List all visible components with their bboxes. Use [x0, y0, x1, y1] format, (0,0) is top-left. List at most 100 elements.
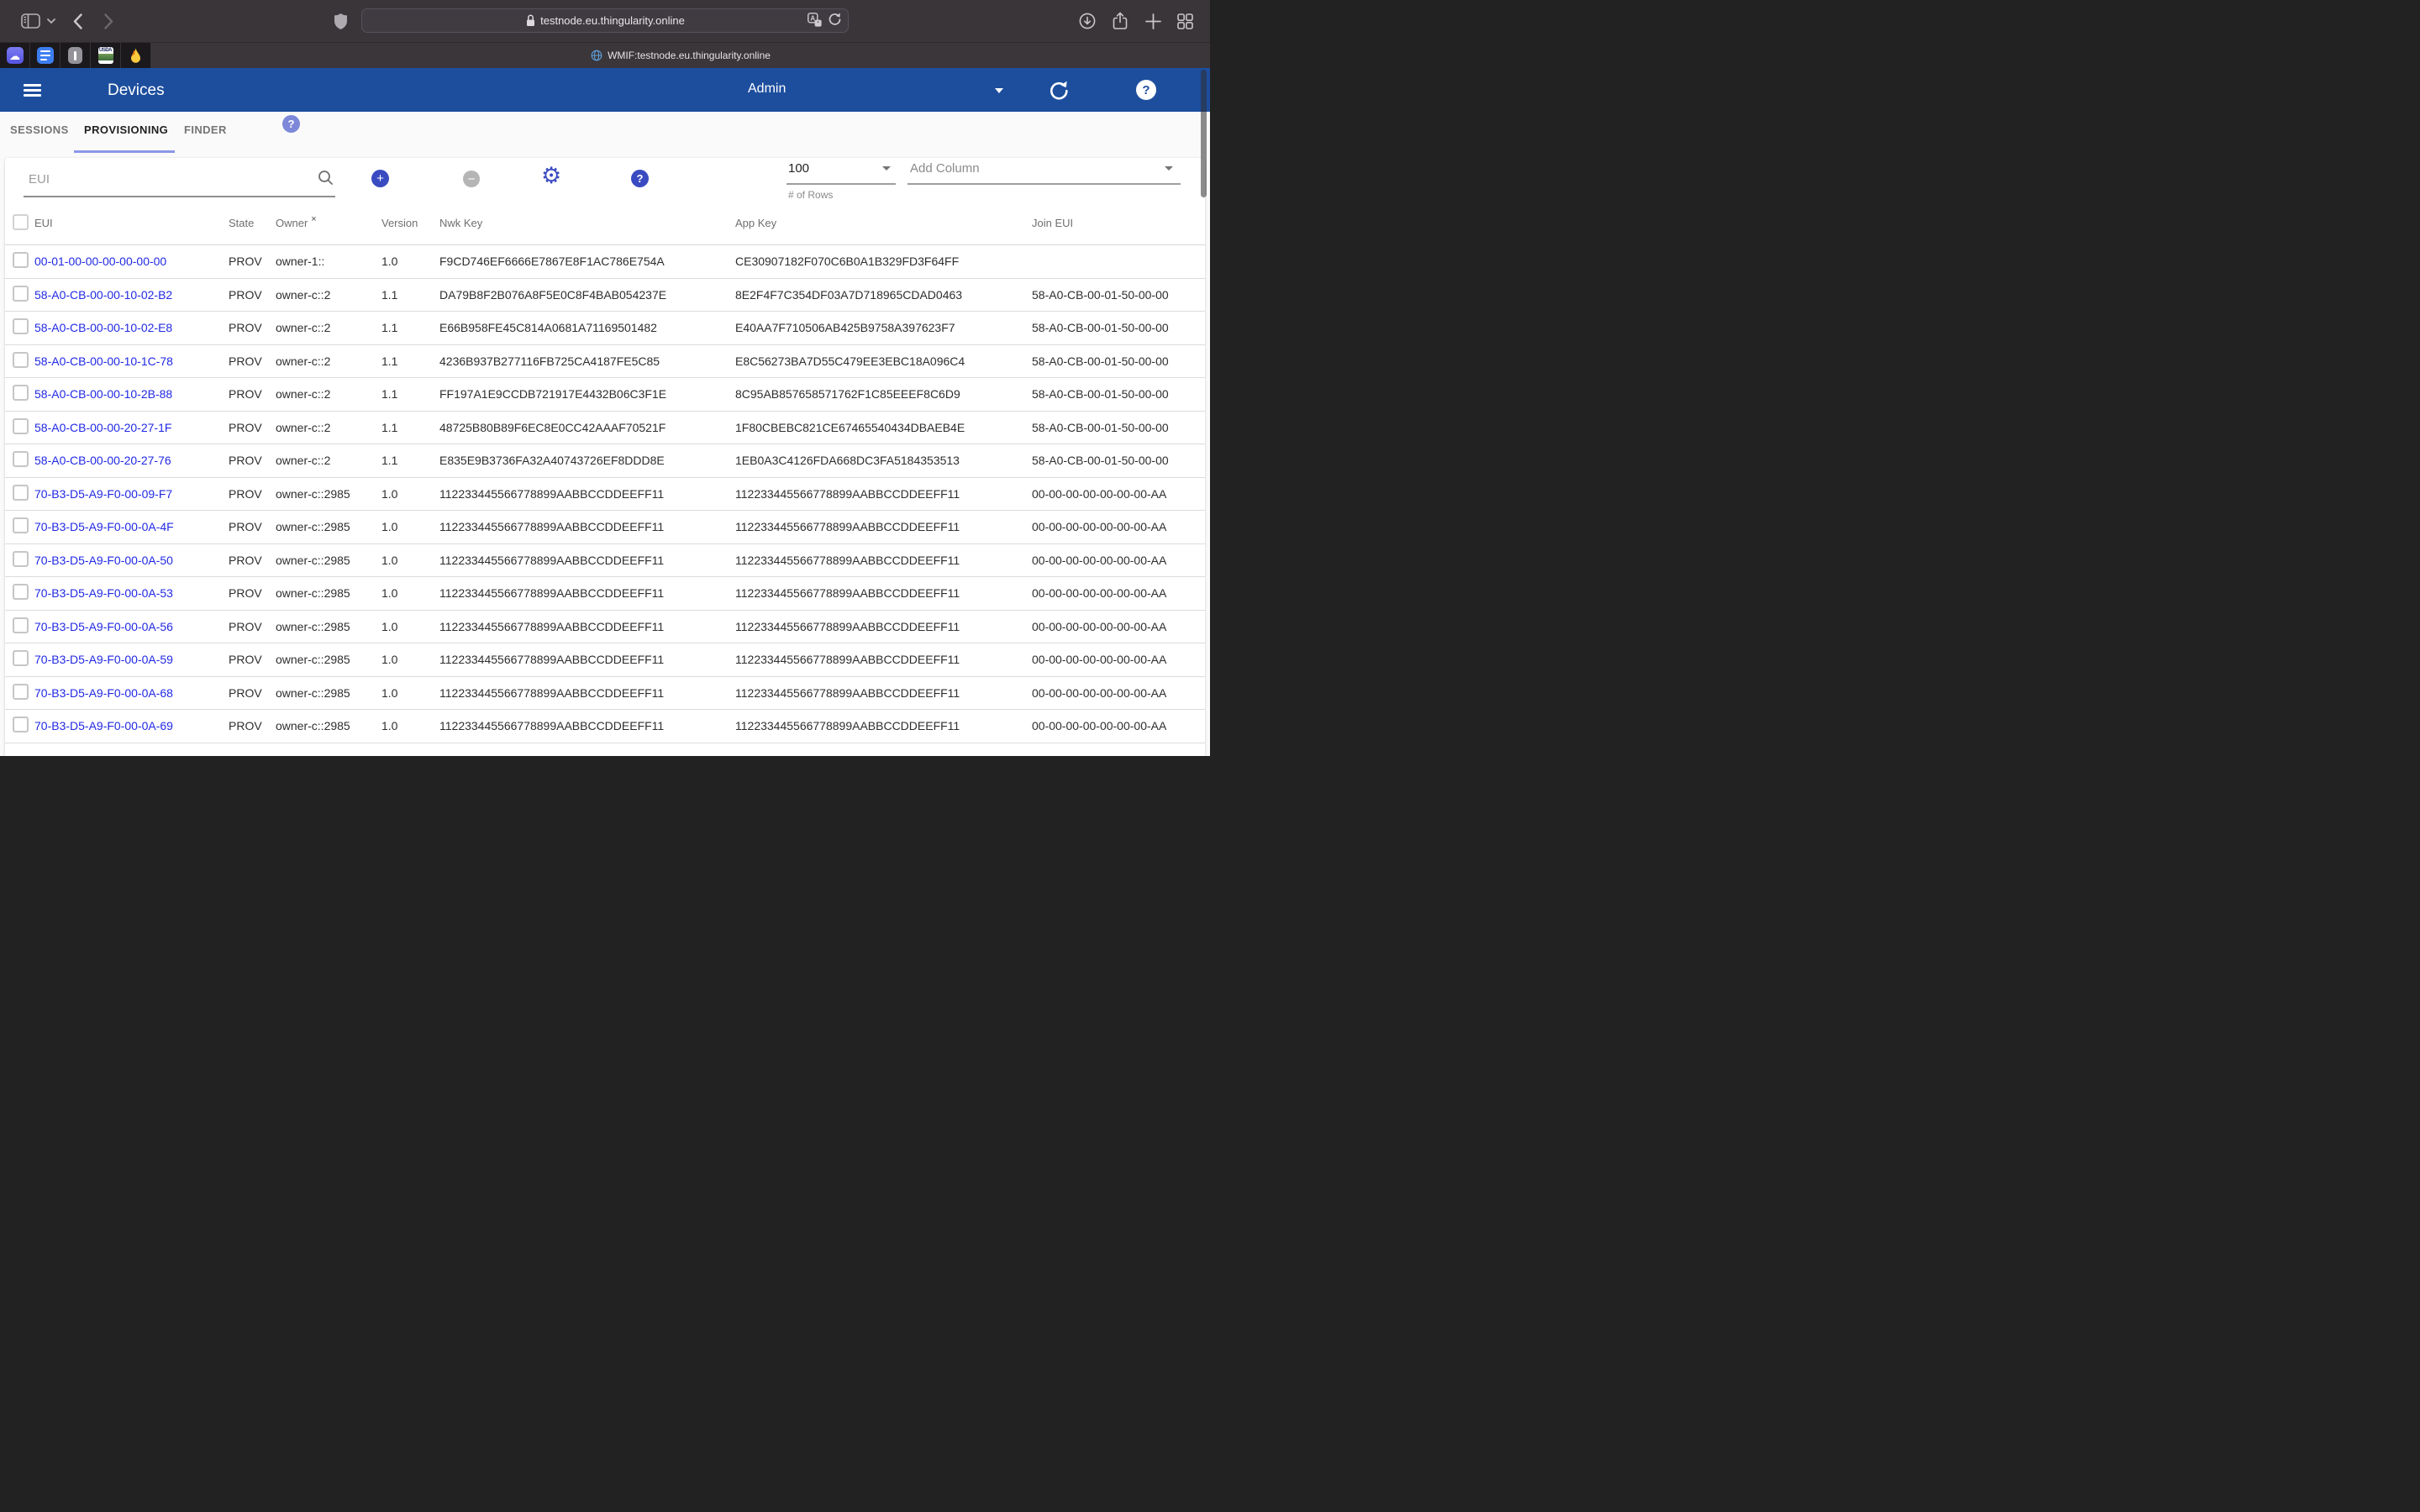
row-checkbox[interactable]: [13, 252, 29, 268]
forward-button-icon[interactable]: [100, 0, 117, 42]
cell-owner: owner-c::2985: [276, 620, 381, 633]
header-state[interactable]: State: [229, 217, 276, 229]
cell-version: 1.1: [381, 387, 439, 401]
row-checkbox[interactable]: [13, 352, 29, 368]
owner-sort-remove-icon[interactable]: ×: [311, 217, 316, 224]
cell-nwk-key: 112233445566778899AABBCCDDEEFF11: [439, 520, 735, 533]
safari-toolbar: testnode.eu.thingularity.online A*: [0, 0, 1210, 42]
tab-provisioning[interactable]: PROVISIONING: [84, 123, 168, 136]
table-row: 70-B3-D5-A9-F0-00-0A-69 PROV owner-c::29…: [5, 710, 1205, 743]
page-tabs: SESSIONS PROVISIONING FINDER ?: [0, 112, 1210, 158]
remove-device-button[interactable]: −: [463, 171, 480, 187]
tab-sessions[interactable]: SESSIONS: [10, 123, 69, 136]
pinned-tab-docs[interactable]: [30, 43, 60, 68]
header-app-key[interactable]: App Key: [735, 217, 1032, 229]
eui-link[interactable]: 58-A0-CB-00-00-10-1C-78: [34, 354, 173, 368]
help-button[interactable]: ?: [1136, 80, 1156, 100]
eui-link[interactable]: 70-B3-D5-A9-F0-00-0A-56: [34, 620, 173, 633]
pinned-tab-gray[interactable]: [60, 43, 91, 68]
row-checkbox[interactable]: [13, 517, 29, 533]
cell-app-key: 112233445566778899AABBCCDDEEFF11: [735, 719, 1032, 732]
translate-icon[interactable]: A*: [808, 13, 822, 29]
row-checkbox[interactable]: [13, 617, 29, 633]
add-device-button[interactable]: +: [371, 170, 389, 187]
cell-join-eui: 00-00-00-00-00-00-00-AA: [1032, 653, 1205, 666]
menu-icon[interactable]: [24, 84, 41, 97]
forms-app-icon: [37, 47, 54, 64]
row-checkbox[interactable]: [13, 286, 29, 302]
settings-gear-icon[interactable]: ⚙: [541, 165, 561, 187]
eui-link[interactable]: 70-B3-D5-A9-F0-00-0A-50: [34, 554, 173, 567]
scrollbar-thumb[interactable]: [1201, 70, 1207, 197]
eui-link[interactable]: 58-A0-CB-00-00-10-02-E8: [34, 321, 172, 334]
table-help-button[interactable]: ?: [631, 170, 649, 187]
eui-link[interactable]: 70-B3-D5-A9-F0-00-0A-68: [34, 686, 173, 700]
row-checkbox[interactable]: [13, 385, 29, 401]
row-checkbox[interactable]: [13, 684, 29, 700]
sidebar-chevron-icon[interactable]: [44, 0, 59, 42]
row-checkbox[interactable]: [13, 418, 29, 434]
reload-icon[interactable]: [829, 13, 841, 29]
row-checkbox[interactable]: [13, 485, 29, 501]
header-version[interactable]: Version: [381, 217, 439, 229]
select-all-checkbox[interactable]: [13, 214, 29, 230]
row-checkbox[interactable]: [13, 584, 29, 600]
row-checkbox[interactable]: [13, 451, 29, 467]
tab-overview-icon[interactable]: [1176, 0, 1194, 42]
tab-finder[interactable]: FINDER: [184, 123, 227, 136]
table-header: EUI State Owner× Version Nwk Key App Key…: [5, 202, 1205, 245]
header-owner[interactable]: Owner×: [276, 217, 381, 229]
sidebar-toggle-icon[interactable]: [18, 0, 42, 42]
cell-state: PROV: [229, 653, 276, 666]
header-eui[interactable]: EUI: [34, 217, 229, 229]
help-glyph: ?: [1142, 83, 1150, 97]
cell-version: 1.0: [381, 719, 439, 732]
cell-version: 1.0: [381, 586, 439, 600]
eui-link[interactable]: 58-A0-CB-00-00-20-27-76: [34, 454, 171, 467]
row-checkbox[interactable]: [13, 551, 29, 567]
tabs-help-button[interactable]: ?: [282, 115, 300, 133]
cell-owner: owner-c::2: [276, 454, 381, 467]
pinned-tab-usda[interactable]: USDA: [91, 43, 121, 68]
new-tab-icon[interactable]: [1144, 0, 1162, 42]
share-icon[interactable]: [1111, 0, 1129, 42]
eui-link[interactable]: 70-B3-D5-A9-F0-00-0A-4F: [34, 520, 174, 533]
cell-nwk-key: 48725B80B89F6EC8E0CC42AAAF70521F: [439, 421, 735, 434]
privacy-shield-icon[interactable]: [333, 0, 348, 42]
row-checkbox[interactable]: [13, 650, 29, 666]
eui-link[interactable]: 58-A0-CB-00-00-20-27-1F: [34, 421, 171, 434]
url-bar[interactable]: testnode.eu.thingularity.online A*: [361, 8, 849, 33]
row-checkbox[interactable]: [13, 717, 29, 732]
header-nwk-key[interactable]: Nwk Key: [439, 217, 735, 229]
active-tab[interactable]: WMIF:testnode.eu.thingularity.online: [151, 43, 1210, 68]
account-select[interactable]: Admin: [746, 78, 1015, 103]
eui-link[interactable]: 58-A0-CB-00-00-10-2B-88: [34, 387, 172, 401]
eui-link[interactable]: 70-B3-D5-A9-F0-00-0A-69: [34, 719, 173, 732]
pinned-tab-firebase[interactable]: [121, 43, 151, 68]
eui-link[interactable]: 58-A0-CB-00-00-10-02-B2: [34, 288, 172, 302]
cell-app-key: 112233445566778899AABBCCDDEEFF11: [735, 686, 1032, 700]
table-row: 70-B3-D5-A9-F0-00-0A-4F PROV owner-c::29…: [5, 511, 1205, 544]
eui-search-input[interactable]: [27, 166, 320, 192]
cell-state: PROV: [229, 288, 276, 302]
cell-join-eui: 00-00-00-00-00-00-00-AA: [1032, 620, 1205, 633]
search-icon[interactable]: [318, 170, 334, 190]
cell-owner: owner-c::2985: [276, 653, 381, 666]
eui-link[interactable]: 70-B3-D5-A9-F0-00-0A-53: [34, 586, 173, 600]
row-checkbox[interactable]: [13, 318, 29, 334]
eui-link[interactable]: 70-B3-D5-A9-F0-00-09-F7: [34, 487, 172, 501]
back-button-icon[interactable]: [69, 0, 86, 42]
eui-link[interactable]: 70-B3-D5-A9-F0-00-0A-59: [34, 653, 173, 666]
header-join-eui[interactable]: Join EUI: [1032, 217, 1205, 229]
cell-state: PROV: [229, 620, 276, 633]
pinned-tab-cloud[interactable]: ☁: [0, 43, 30, 68]
cell-join-eui: 00-00-00-00-00-00-00-AA: [1032, 554, 1205, 567]
downloads-icon[interactable]: [1078, 0, 1097, 42]
cell-owner: owner-c::2: [276, 354, 381, 368]
cell-owner: owner-c::2985: [276, 554, 381, 567]
eui-link[interactable]: 00-01-00-00-00-00-00-00: [34, 255, 166, 268]
cell-owner: owner-c::2985: [276, 586, 381, 600]
usda-icon: USDA: [98, 47, 113, 64]
refresh-button[interactable]: [1049, 80, 1069, 104]
chevron-down-icon: [1165, 166, 1173, 171]
